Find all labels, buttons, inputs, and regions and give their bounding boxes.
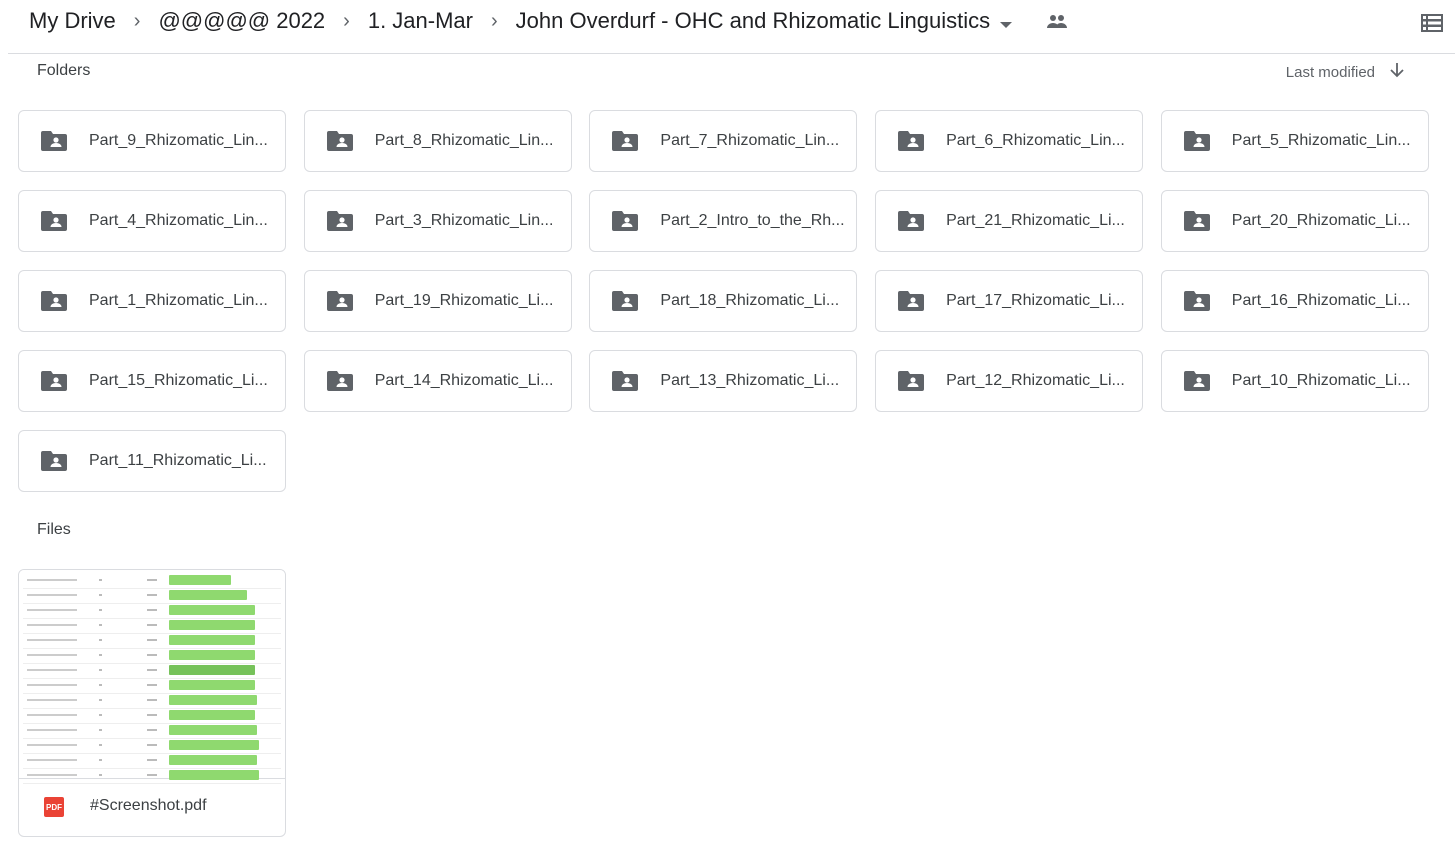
folder-name: Part_21_Rhizomatic_Li... xyxy=(946,212,1125,229)
shared-folder-icon xyxy=(326,211,353,236)
files-heading: Files xyxy=(37,521,71,538)
folder-name: Part_17_Rhizomatic_Li... xyxy=(946,292,1125,309)
shared-folder-icon xyxy=(898,131,925,156)
folder-name: Part_14_Rhizomatic_Li... xyxy=(374,372,554,389)
chevron-right-icon: › xyxy=(343,9,350,32)
folder-card[interactable]: Part_15_Rhizomatic_Li... xyxy=(18,350,286,412)
folder-name: Part_6_Rhizomatic_Lin... xyxy=(946,132,1125,149)
thumbnail-row xyxy=(23,693,281,709)
caret-down-icon xyxy=(1000,22,1013,28)
sort-control[interactable]: Last modified xyxy=(1286,62,1405,82)
folder-name: Part_19_Rhizomatic_Li... xyxy=(374,292,554,309)
folder-name: Part_5_Rhizomatic_Lin... xyxy=(1231,132,1411,149)
thumbnail-row xyxy=(23,753,281,769)
shared-folder-icon xyxy=(898,371,925,396)
shared-folder-icon xyxy=(41,371,67,396)
shared-folder-icon xyxy=(326,371,353,396)
breadcrumb-2022[interactable]: @@@@@ 2022 xyxy=(150,8,333,34)
shared-folder-icon xyxy=(898,291,925,316)
shared-folder-icon xyxy=(41,211,67,236)
top-bar: My Drive › @@@@@ 2022 › 1. Jan-Mar › Joh… xyxy=(8,0,1455,54)
thumbnail-row xyxy=(23,618,281,634)
folder-card[interactable]: Part_8_Rhizomatic_Lin... xyxy=(303,110,572,172)
folder-card[interactable]: Part_21_Rhizomatic_Li... xyxy=(875,190,1144,252)
shared-folder-icon xyxy=(41,291,67,316)
folder-name: Part_8_Rhizomatic_Lin... xyxy=(374,132,554,149)
folder-name: Part_9_Rhizomatic_Lin... xyxy=(89,132,268,149)
folder-card[interactable]: Part_18_Rhizomatic_Li... xyxy=(589,270,858,332)
pdf-icon: PDF xyxy=(44,797,64,817)
folder-card[interactable]: Part_3_Rhizomatic_Lin... xyxy=(303,190,572,252)
chevron-right-icon: › xyxy=(491,9,498,32)
shared-folder-icon xyxy=(41,451,67,476)
folder-name: Part_4_Rhizomatic_Lin... xyxy=(89,212,268,229)
folder-name: Part_13_Rhizomatic_Li... xyxy=(660,372,840,389)
thumbnail-row xyxy=(23,768,281,784)
shared-folder-icon xyxy=(1183,371,1210,396)
breadcrumb-jan-mar[interactable]: 1. Jan-Mar xyxy=(360,8,481,34)
thumbnail-row xyxy=(23,663,281,679)
folder-card[interactable]: Part_10_Rhizomatic_Li... xyxy=(1160,350,1429,412)
shared-folder-icon xyxy=(326,131,353,156)
folder-card[interactable]: Part_4_Rhizomatic_Lin... xyxy=(18,190,286,252)
folder-card[interactable]: Part_12_Rhizomatic_Li... xyxy=(875,350,1144,412)
folder-name: Part_7_Rhizomatic_Lin... xyxy=(660,132,840,149)
folder-card[interactable]: Part_19_Rhizomatic_Li... xyxy=(303,270,572,332)
folder-name: Part_3_Rhizomatic_Lin... xyxy=(374,212,554,229)
shared-folder-icon xyxy=(612,371,639,396)
shared-folder-icon xyxy=(612,291,639,316)
shared-folder-icon xyxy=(41,131,67,156)
thumbnail-row xyxy=(23,633,281,649)
folder-name: Part_20_Rhizomatic_Li... xyxy=(1231,212,1411,229)
thumbnail-row xyxy=(23,648,281,664)
folder-name: Part_16_Rhizomatic_Li... xyxy=(1231,292,1411,309)
folder-name: Part_1_Rhizomatic_Lin... xyxy=(89,292,268,309)
thumbnail-row xyxy=(23,723,281,739)
folder-name: Part_2_Intro_to_the_Rh... xyxy=(660,212,845,229)
shared-folder-icon xyxy=(1183,211,1210,236)
file-name: #Screenshot.pdf xyxy=(90,797,207,814)
shared-folder-icon xyxy=(612,131,639,156)
folder-card[interactable]: Part_16_Rhizomatic_Li... xyxy=(1160,270,1429,332)
file-card[interactable]: PDF #Screenshot.pdf xyxy=(18,569,286,837)
breadcrumb-current-folder[interactable]: John Overdurf - OHC and Rhizomatic Lingu… xyxy=(508,8,1020,34)
folder-card[interactable]: Part_5_Rhizomatic_Lin... xyxy=(1160,110,1429,172)
shared-folder-icon xyxy=(898,211,925,236)
shared-folder-icon xyxy=(1183,131,1210,156)
breadcrumb: My Drive › @@@@@ 2022 › 1. Jan-Mar › Joh… xyxy=(21,8,1068,34)
breadcrumb-my-drive[interactable]: My Drive xyxy=(21,8,124,34)
thumbnail-row xyxy=(23,573,281,589)
chevron-right-icon: › xyxy=(133,9,141,32)
folder-name: Part_12_Rhizomatic_Li... xyxy=(946,372,1125,389)
file-thumbnail xyxy=(19,570,285,784)
thumbnail-row xyxy=(23,738,281,754)
shared-folder-icon xyxy=(326,291,353,316)
folders-heading: Folders xyxy=(37,62,91,79)
shared-folder-icon xyxy=(612,211,639,236)
folder-card[interactable]: Part_17_Rhizomatic_Li... xyxy=(875,270,1144,332)
folder-card[interactable]: Part_20_Rhizomatic_Li... xyxy=(1160,190,1429,252)
folder-name: Part_15_Rhizomatic_Li... xyxy=(89,372,268,389)
shared-folder-icon xyxy=(1183,291,1210,316)
sort-label: Last modified xyxy=(1285,63,1375,81)
folder-card[interactable]: Part_14_Rhizomatic_Li... xyxy=(303,350,572,412)
folder-card[interactable]: Part_11_Rhizomatic_Li... xyxy=(18,430,286,492)
people-icon[interactable] xyxy=(1046,13,1068,29)
folder-name: Part_10_Rhizomatic_Li... xyxy=(1231,372,1411,389)
folder-card[interactable]: Part_1_Rhizomatic_Lin... xyxy=(18,270,286,332)
thumbnail-row xyxy=(23,603,281,619)
thumbnail-row xyxy=(23,708,281,724)
folder-name: Part_11_Rhizomatic_Li... xyxy=(89,452,267,469)
folder-card[interactable]: Part_7_Rhizomatic_Lin... xyxy=(589,110,858,172)
thumbnail-row xyxy=(23,588,281,604)
current-folder-name: John Overdurf - OHC and Rhizomatic Lingu… xyxy=(515,8,991,33)
folder-card[interactable]: Part_9_Rhizomatic_Lin... xyxy=(18,110,286,172)
list-view-icon[interactable] xyxy=(1421,14,1443,37)
thumbnail-row xyxy=(23,678,281,694)
folder-card[interactable]: Part_13_Rhizomatic_Li... xyxy=(589,350,858,412)
folder-card[interactable]: Part_2_Intro_to_the_Rh... xyxy=(589,190,858,252)
arrow-down-icon[interactable] xyxy=(1389,62,1405,82)
folder-name: Part_18_Rhizomatic_Li... xyxy=(660,292,840,309)
folder-card[interactable]: Part_6_Rhizomatic_Lin... xyxy=(875,110,1144,172)
